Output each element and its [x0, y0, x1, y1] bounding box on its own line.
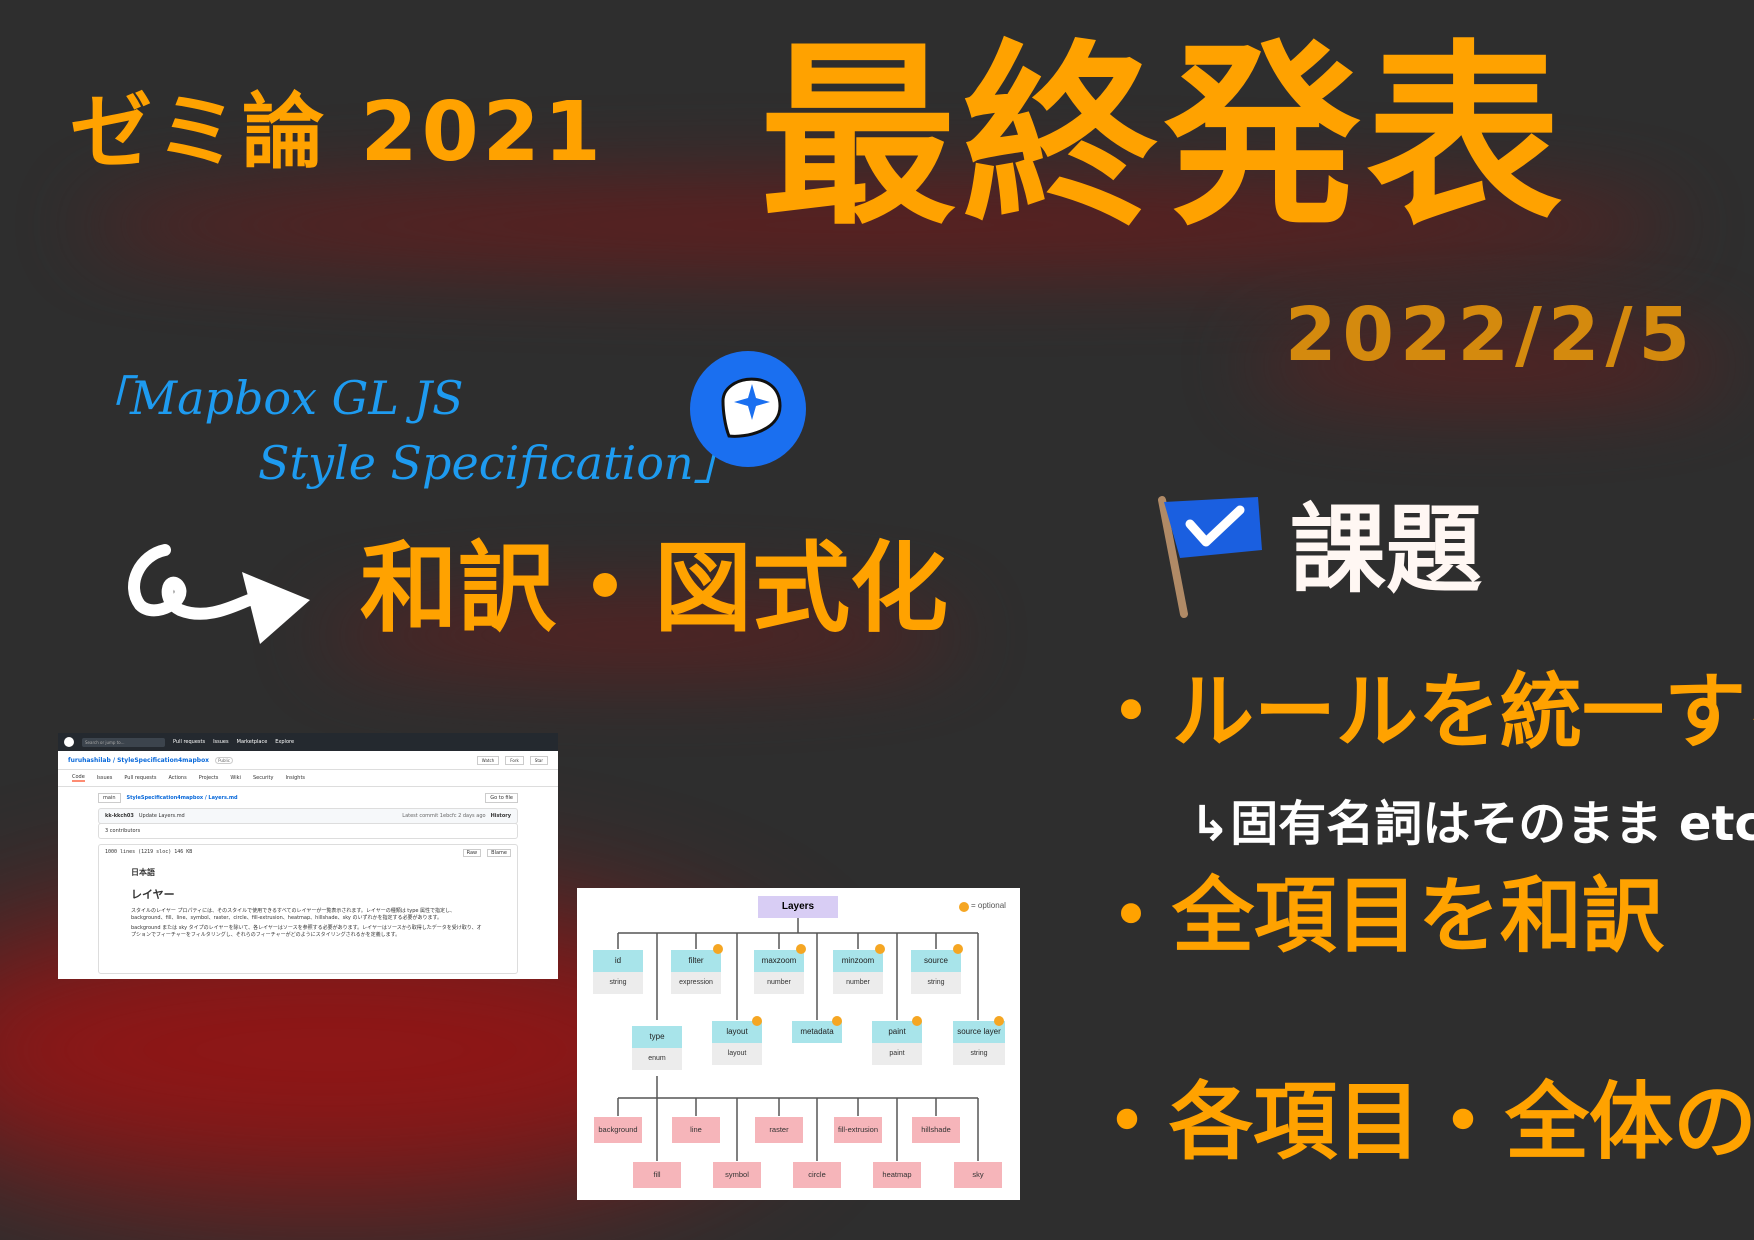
node-paint: paint paint [872, 1021, 922, 1065]
node-layout: layout layout [712, 1021, 762, 1065]
node-filter: filter expression [671, 950, 721, 994]
flag-check-icon [1158, 496, 1262, 618]
tab-issues[interactable]: Issues [97, 775, 113, 781]
type-circle: circle [793, 1162, 841, 1188]
commit-message[interactable]: Update Layers.md [139, 813, 185, 819]
search-input[interactable]: Search or jump to... [82, 737, 165, 747]
nav-issues[interactable]: Issues [213, 739, 229, 745]
type-fill: fill [633, 1162, 681, 1188]
subject-line-2: Style Specification」 [258, 436, 740, 490]
blame-button[interactable]: Blame [487, 849, 511, 857]
commit-user[interactable]: kk-kkch03 [105, 813, 134, 819]
star-button[interactable]: Star [529, 755, 548, 765]
watch-button[interactable]: Watch [476, 755, 500, 765]
tab-security[interactable]: Security [253, 775, 274, 781]
optional-marker-icon [752, 1016, 762, 1026]
tab-insights[interactable]: Insights [285, 775, 305, 781]
optional-marker-icon [875, 944, 885, 954]
go-to-file-button[interactable]: Go to file [485, 793, 518, 803]
type-fill-extrusion: fill-extrusion [834, 1117, 882, 1143]
markdown-paragraph-1: スタイルのレイヤー プロパティには、そのスタイルで使用できるすべてのレイヤーが一… [131, 908, 456, 921]
issue-bullet-1-note: ↳固有名詞はそのまま etc… [1190, 796, 1754, 852]
layers-root: Layers [758, 896, 838, 918]
tab-pull-requests[interactable]: Pull requests [124, 775, 156, 781]
github-logo-icon [64, 737, 74, 747]
markdown-title: レイヤー [131, 888, 175, 901]
type-sky: sky [954, 1162, 1002, 1188]
node-source-layer: source layer string [953, 1021, 1005, 1065]
contributors-count[interactable]: 3 contributors [105, 828, 140, 834]
optional-legend: = optional [971, 901, 1006, 910]
node-maxzoom: maxzoom number [754, 950, 804, 994]
tab-actions[interactable]: Actions [168, 775, 186, 781]
presentation-date: 2022/2/5 [1285, 292, 1696, 378]
file-content: 1000 lines (1219 sloc) 146 KB Raw Blame … [98, 844, 518, 974]
optional-marker-icon [796, 944, 806, 954]
optional-marker-icon [713, 944, 723, 954]
issues-heading: 課題 [1290, 494, 1482, 606]
type-symbol: symbol [713, 1162, 761, 1188]
issue-bullet-1: ・ルールを統一する [1090, 665, 1754, 760]
subject-line-1: 「Mapbox GL JS [84, 371, 464, 425]
file-path: StyleSpecification4mapbox / Layers.md [126, 795, 238, 801]
nav-pull-requests[interactable]: Pull requests [173, 739, 205, 745]
branch-select[interactable]: main [98, 793, 121, 803]
issue-bullet-2: ・全項目を和訳 [1090, 869, 1665, 964]
markdown-paragraph-2: background または sky タイプのレイヤーを除いて、各レイヤーはソー… [131, 925, 482, 938]
commit-bar: kk-kkch03 Update Layers.md Latest commit… [98, 808, 518, 824]
layers-diagram: Layers = optional id string filter express… [577, 888, 1020, 1200]
contributors-bar: 3 contributors [98, 823, 518, 839]
node-type: type enum [632, 1026, 682, 1070]
tab-projects[interactable]: Projects [199, 775, 219, 781]
file-view: main StyleSpecification4mapbox / Layers.… [58, 787, 558, 979]
node-minzoom: minzoom number [833, 950, 883, 994]
node-id: id string [593, 950, 643, 994]
type-raster: raster [755, 1117, 803, 1143]
main-title: 最終発表 [760, 24, 1569, 252]
type-hillshade: hillshade [912, 1117, 960, 1143]
history-link[interactable]: History [491, 813, 511, 819]
type-background: background [594, 1117, 642, 1143]
tab-code[interactable]: Code [72, 774, 85, 782]
markdown-lang-heading: 日本語 [131, 868, 155, 877]
issue-bullet-3: ・各項目・全体の図式化 [1085, 1073, 1754, 1171]
tab-wiki[interactable]: Wiki [230, 775, 241, 781]
github-screenshot: Search or jump to... Pull requests Issue… [58, 733, 558, 979]
node-source: source string [911, 950, 961, 994]
commit-meta: Latest commit 1ebcfc 2 days ago [402, 813, 486, 819]
repo-tabs: Code Issues Pull requests Actions Projec… [58, 770, 558, 787]
optional-marker-icon [912, 1016, 922, 1026]
nav-marketplace[interactable]: Marketplace [237, 739, 268, 745]
slide: ゼミ論 2021 最終発表 2022/2/5 「Mapbox GL JS Sty… [0, 0, 1754, 1240]
github-topbar: Search or jump to... Pull requests Issue… [58, 733, 558, 751]
repo-header: furuhashilab / StyleSpecification4mapbox… [58, 751, 558, 770]
optional-marker-icon [832, 1016, 842, 1026]
repo-name[interactable]: furuhashilab / StyleSpecification4mapbox [68, 757, 209, 764]
raw-button[interactable]: Raw [462, 849, 482, 857]
type-line: line [672, 1117, 720, 1143]
optional-marker-icon [994, 1016, 1004, 1026]
arrow-icon [128, 544, 310, 644]
seminar-title: ゼミ論 2021 [70, 85, 605, 180]
optional-marker-icon [953, 944, 963, 954]
fork-button[interactable]: Fork [505, 755, 524, 765]
optional-legend-icon [959, 902, 969, 912]
repo-badge: Public [215, 756, 233, 764]
nav-explore[interactable]: Explore [275, 739, 294, 745]
file-info: 1000 lines (1219 sloc) 146 KB [105, 849, 193, 855]
task-title: 和訳・図式化 [360, 532, 949, 646]
mapbox-logo-icon [690, 351, 806, 467]
type-heatmap: heatmap [873, 1162, 921, 1188]
